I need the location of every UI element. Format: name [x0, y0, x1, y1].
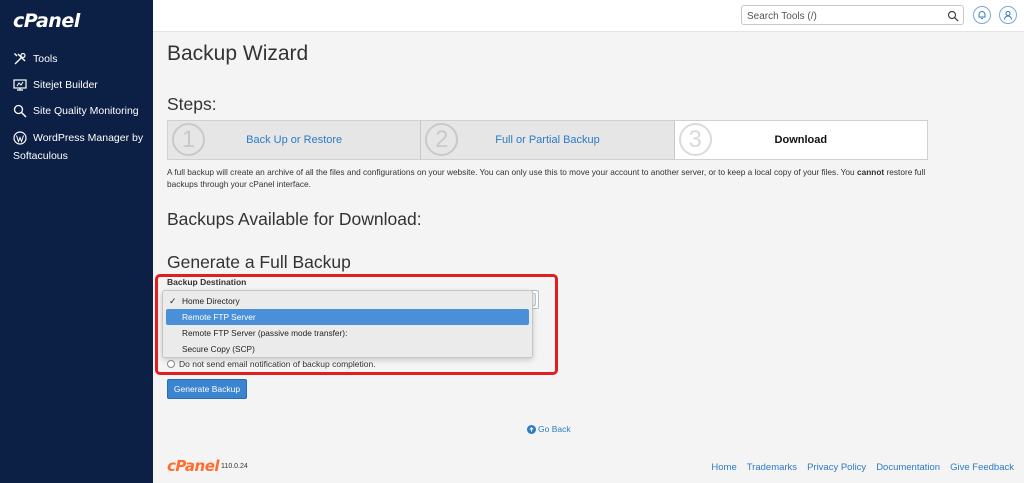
generate-heading: Generate a Full Backup: [167, 252, 351, 272]
step-download: 3 Download: [674, 121, 927, 159]
version-number: 110.0.24: [221, 463, 248, 470]
no-email-label: Do not send email notification of backup…: [179, 359, 376, 369]
user-menu-button[interactable]: [999, 6, 1017, 24]
steps-heading: Steps:: [167, 94, 217, 114]
step-label: Download: [774, 134, 828, 146]
sidebar: cPanel Tools Sitejet Builder Site Qualit…: [0, 0, 153, 483]
tools-icon: [13, 52, 28, 67]
step-label[interactable]: Full or Partial Backup: [495, 134, 600, 146]
sitejet-icon: [13, 78, 28, 93]
notifications-button[interactable]: [973, 6, 991, 24]
sidebar-item-sitejet[interactable]: Sitejet Builder: [13, 76, 98, 94]
page-title: Backup Wizard: [167, 42, 309, 65]
user-icon: [1003, 10, 1013, 20]
go-back-link[interactable]: Go Back: [527, 424, 571, 434]
available-heading: Backups Available for Download:: [167, 209, 422, 229]
footer-links: Home Trademarks Privacy Policy Documenta…: [701, 462, 1014, 473]
generate-backup-button[interactable]: Generate Backup: [167, 379, 247, 399]
sidebar-item-tools[interactable]: Tools: [13, 50, 58, 68]
sidebar-item-label: Sitejet Builder: [33, 79, 98, 91]
wizard-steps: 1 Back Up or Restore 2 Full or Partial B…: [167, 120, 928, 160]
step-full-or-partial-backup[interactable]: 2 Full or Partial Backup: [421, 121, 675, 159]
footer-link-privacy-policy[interactable]: Privacy Policy: [807, 462, 866, 473]
step-number: 1: [172, 123, 205, 156]
footer-brand: cPanel: [167, 457, 220, 475]
sidebar-item-label: WordPress Manager by: [33, 132, 144, 144]
search-input[interactable]: [742, 7, 942, 26]
step-label[interactable]: Back Up or Restore: [246, 134, 342, 146]
footer-logo: cPanel 110.0.24: [167, 457, 248, 475]
no-email-radio[interactable]: [167, 360, 175, 368]
step-back-up-or-restore[interactable]: 1 Back Up or Restore: [168, 121, 422, 159]
sidebar-item-site-quality[interactable]: Site Quality Monitoring: [13, 102, 139, 120]
footer-link-home[interactable]: Home: [711, 462, 736, 473]
arrow-up-icon: [527, 424, 536, 434]
no-email-option[interactable]: Do not send email notification of backup…: [167, 359, 376, 369]
sidebar-item-label: Site Quality Monitoring: [33, 105, 139, 117]
search-box[interactable]: [741, 5, 964, 26]
sidebar-item-label-line2: Softaculous: [13, 150, 68, 162]
bell-icon: [977, 10, 987, 20]
backup-description: A full backup will create an archive of …: [167, 167, 926, 189]
top-bar: [153, 0, 1024, 32]
cpanel-logo[interactable]: cPanel: [13, 10, 80, 32]
sidebar-item-label: Tools: [33, 53, 58, 65]
step-number: 3: [678, 123, 712, 156]
site-quality-icon: [13, 104, 28, 119]
sidebar-item-wordpress-manager[interactable]: WordPress Manager by Softaculous: [13, 129, 143, 165]
search-icon[interactable]: [947, 9, 959, 22]
footer-link-give-feedback[interactable]: Give Feedback: [950, 462, 1014, 473]
step-number: 2: [425, 123, 459, 156]
wordpress-icon: [13, 131, 28, 146]
footer-link-trademarks[interactable]: Trademarks: [747, 462, 797, 473]
footer-link-documentation[interactable]: Documentation: [876, 462, 940, 473]
